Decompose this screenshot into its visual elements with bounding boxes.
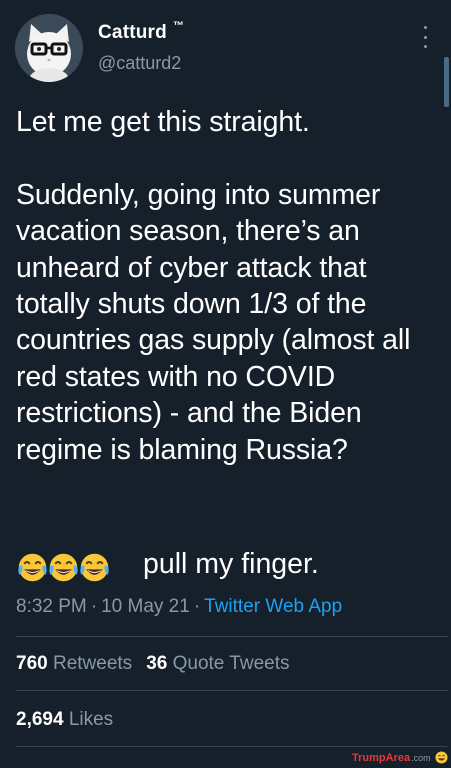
tweet-date[interactable]: 10 May 21 [101,596,190,617]
quote-tweets-count: 36 [146,653,168,674]
likes-label: Likes [68,709,114,730]
face-with-tears-of-joy-icon [80,553,109,581]
tweet-time[interactable]: 8:32 PM [16,596,87,617]
divider [16,746,448,747]
cat-with-glasses-avatar [15,14,83,82]
face-with-tears-of-joy-icon [49,553,78,581]
quote-tweets-link[interactable]: 36 Quote Tweets [146,653,289,674]
meta-separator: · [193,596,201,617]
avatar[interactable] [15,14,83,82]
divider [16,636,448,637]
laughing-face-icon [435,751,448,764]
scrollbar-thumb[interactable] [444,57,449,107]
watermark-suffix: .com [411,752,431,763]
retweets-link[interactable]: 760 Retweets [16,653,132,674]
watermark: TrumpArea .com [352,751,448,764]
tweet-meta: 8:32 PM · 10 May 21 · Twitter Web App [16,596,342,618]
emoji-row [16,550,109,584]
quote-tweets-label: Quote Tweets [172,653,290,674]
emoji-caption-text: pull my finger. [143,548,319,580]
more-options-icon[interactable] [420,26,430,48]
retweets-label: Retweets [52,653,133,674]
tweet-source-link[interactable]: Twitter Web App [204,596,342,617]
trademark-symbol: ™ [172,20,185,32]
meta-separator: · [90,596,98,617]
likes-count: 2,694 [16,709,64,730]
divider [16,690,448,691]
tweet-text: Let me get this straight. Suddenly, goin… [16,106,411,466]
retweets-count: 760 [16,653,48,674]
display-name[interactable]: Catturd ™ [98,20,185,44]
display-name-text: Catturd [98,22,167,43]
face-with-tears-of-joy-icon [18,553,47,581]
user-handle[interactable]: @catturd2 [98,53,181,74]
retweet-stats: 760 Retweets 36 Quote Tweets [16,653,290,675]
watermark-brand: TrumpArea [352,751,411,764]
likes-link[interactable]: 2,694 Likes [16,709,113,731]
